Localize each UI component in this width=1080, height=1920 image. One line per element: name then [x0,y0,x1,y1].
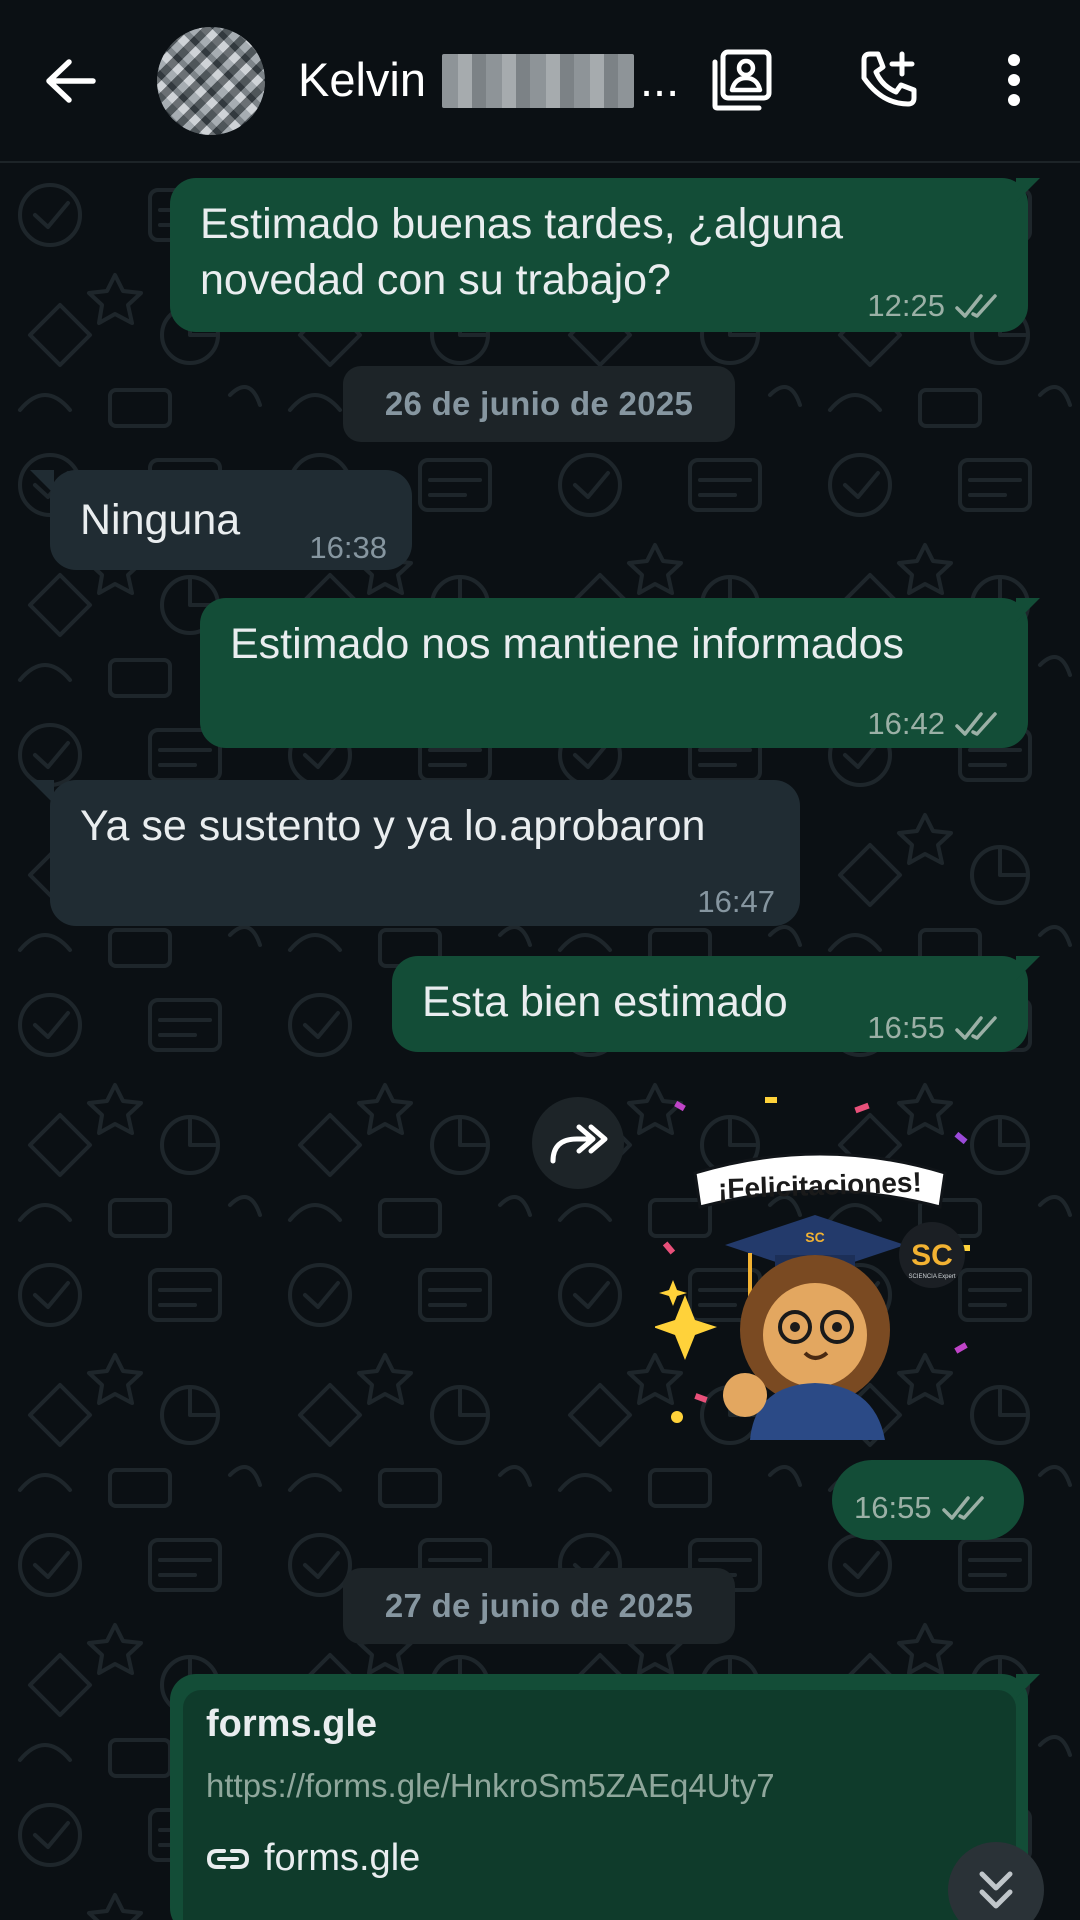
more-options-button[interactable] [978,44,1050,116]
link-preview-domain[interactable]: forms.gle [206,1837,420,1880]
chat-header: Kelvin ... [0,0,1080,163]
bubble-tail [1016,956,1040,980]
more-vertical-icon [1008,54,1020,106]
sticker-message[interactable]: ¡Felicitaciones! SC SC SCIENCIA Expert [653,1095,985,1440]
message-text: Estimado buenas tardes, ¿alguna [200,200,844,248]
message-text: Estimado nos mantiene informados [230,620,905,668]
message-time: 16:55 [867,1010,945,1045]
bubble-tail [1016,178,1040,202]
sticker-banner-text: ¡Felicitaciones! [717,1166,922,1204]
message-outgoing[interactable]: Esta bien estimado 16:55 [392,956,1028,1052]
read-receipt-icon [955,294,997,318]
catalog-button[interactable] [707,44,779,116]
sticker-brand-text: SC [911,1239,953,1272]
message-text: Ya se sustento y ya lo.aprobaron [80,802,706,850]
message-text: Ninguna [80,496,241,544]
message-time: 16:47 [697,884,775,919]
forward-icon [550,1124,608,1164]
bubble-tail [30,470,54,494]
message-time: 12:25 [867,288,945,323]
redacted-name [442,54,634,108]
link-preview-title[interactable]: forms.gle [206,1703,377,1746]
phone-add-icon [861,51,917,107]
double-chevron-down-icon [979,1871,1013,1909]
message-incoming[interactable]: Ninguna 16:38 [50,470,412,570]
link-icon [206,1848,250,1869]
bubble-tail [1016,1674,1040,1698]
link-preview-url[interactable]: https://forms.gle/HnkroSm5ZAEq4Uty7 [206,1767,775,1805]
sticker-cap-text: SC [805,1229,824,1245]
message-time: 16:42 [867,706,945,741]
message-time: 16:55 [854,1490,932,1525]
lion-graduation-sticker: ¡Felicitaciones! SC SC SCIENCIA Expert [653,1097,970,1440]
back-button[interactable] [38,46,102,116]
message-text: Esta bien estimado [422,978,788,1026]
message-time: 16:38 [309,530,387,565]
link-domain-text: forms.gle [264,1837,421,1879]
read-receipt-icon [955,1016,997,1040]
forward-button[interactable] [532,1097,624,1189]
bubble-tail [1016,598,1040,622]
sticker-time-bubble: 16:55 [832,1460,1024,1540]
message-incoming[interactable]: Ya se sustento y ya lo.aprobaron 16:47 [50,780,800,926]
date-separator: 26 de junio de 2025 [343,366,735,442]
read-receipt-icon [941,1496,984,1520]
contact-name[interactable]: Kelvin [298,50,426,110]
bubble-tail [30,780,54,804]
arrow-left-icon [46,59,96,103]
message-outgoing[interactable]: Estimado buenas tardes, ¿alguna novedad … [170,178,1028,332]
name-ellipsis: ... [640,53,680,106]
message-text: novedad con su trabajo? [200,256,671,304]
message-outgoing[interactable]: Estimado nos mantiene informados 16:42 [200,598,1028,748]
sticker-brand-tagline: SCIENCIA Expert [908,1274,955,1280]
avatar[interactable] [157,27,265,135]
date-separator: 27 de junio de 2025 [343,1568,735,1644]
add-call-button[interactable] [852,44,924,116]
read-receipt-icon [955,712,997,736]
catalog-icon [712,49,772,111]
